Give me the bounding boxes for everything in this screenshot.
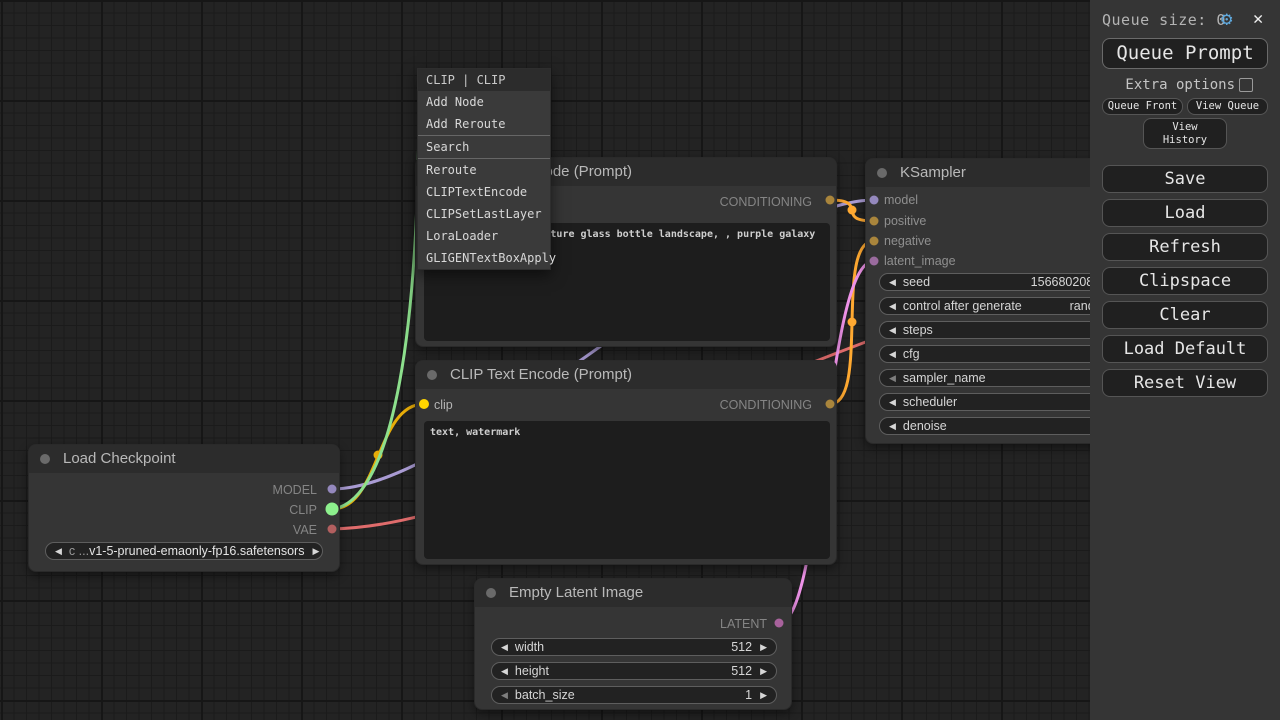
menu-item-cliptextencode[interactable]: CLIPTextEncode — [418, 181, 550, 203]
widget-label: c ... — [69, 544, 89, 558]
input-label-positive: positive — [884, 214, 926, 228]
widget-label: control after generate — [903, 299, 1022, 313]
batch-size-widget[interactable]: ◀ batch_size 1 ▶ — [491, 686, 777, 704]
node-title: Empty Latent Image — [509, 584, 643, 601]
clear-button[interactable]: Clear — [1102, 301, 1268, 329]
widget-label: scheduler — [903, 395, 957, 409]
context-menu: CLIP | CLIP Add Node Add Reroute Search … — [417, 68, 551, 270]
output-label-clip: CLIP — [289, 503, 317, 517]
prev-value-arrow-icon[interactable]: ◀ — [55, 546, 62, 557]
decrement-arrow-icon[interactable]: ◀ — [889, 349, 896, 360]
menu-item-reroute[interactable]: Reroute — [418, 159, 550, 181]
node-title: Load Checkpoint — [63, 450, 176, 467]
clipspace-button[interactable]: Clipspace — [1102, 267, 1268, 295]
decrement-arrow-icon[interactable]: ◀ — [889, 325, 896, 336]
node-clip-text-encode-negative[interactable]: CLIP Text Encode (Prompt) clip CONDITION… — [415, 360, 837, 565]
widget-value: 512 — [731, 640, 752, 654]
menu-item-clipsetlastlayer[interactable]: CLIPSetLastLayer — [418, 203, 550, 225]
menu-item-add-node[interactable]: Add Node — [418, 91, 550, 113]
node-title: KSampler — [900, 164, 966, 181]
widget-label: steps — [903, 323, 933, 337]
save-button[interactable]: Save — [1102, 165, 1268, 193]
widget-label: cfg — [903, 347, 920, 361]
prev-value-arrow-icon[interactable]: ◀ — [889, 301, 896, 312]
view-history-button[interactable]: ViewHistory — [1143, 118, 1227, 149]
decrement-arrow-icon[interactable]: ◀ — [501, 690, 508, 701]
reset-view-button[interactable]: Reset View — [1102, 369, 1268, 397]
decrement-arrow-icon[interactable]: ◀ — [889, 421, 896, 432]
close-icon[interactable]: ✕ — [1253, 9, 1263, 29]
context-menu-title: CLIP | CLIP — [418, 69, 550, 91]
widget-label: sampler_name — [903, 371, 986, 385]
menu-item-loraloader[interactable]: LoraLoader — [418, 225, 550, 247]
collapse-dot-icon[interactable] — [877, 168, 887, 178]
collapse-dot-icon[interactable] — [486, 588, 496, 598]
graph-canvas[interactable]: Load Checkpoint MODEL CLIP VAE ◀ c ... v… — [0, 0, 1280, 720]
widget-label: height — [515, 664, 549, 678]
node-empty-latent-image[interactable]: Empty Latent Image LATENT ◀ width 512 ▶ … — [474, 578, 792, 710]
node-title: CLIP Text Encode (Prompt) — [450, 366, 632, 383]
prev-value-arrow-icon[interactable]: ◀ — [889, 397, 896, 408]
prompt-text: text, watermark — [430, 427, 520, 438]
prev-value-arrow-icon[interactable]: ◀ — [889, 373, 896, 384]
ckpt-name-combo-widget[interactable]: ◀ c ... v1-5-pruned-emaonly-fp16.safeten… — [45, 542, 323, 560]
view-queue-button[interactable]: View Queue — [1187, 98, 1268, 115]
input-label-negative: negative — [884, 234, 931, 248]
widget-label: denoise — [903, 419, 947, 433]
wire-drag-clip — [332, 80, 419, 509]
input-label-model: model — [884, 193, 918, 207]
decrement-arrow-icon[interactable]: ◀ — [501, 666, 508, 677]
extra-options-checkbox[interactable] — [1239, 78, 1253, 92]
menu-item-search[interactable]: Search — [418, 136, 550, 158]
node-title-bar[interactable]: Empty Latent Image — [475, 579, 791, 607]
load-button[interactable]: Load — [1102, 199, 1268, 227]
widget-value: 512 — [731, 664, 752, 678]
menu-item-add-reroute[interactable]: Add Reroute — [418, 113, 550, 135]
comfy-menu-panel: Queue size: 0 ⚙ ✕ Queue Prompt Extra opt… — [1090, 0, 1280, 720]
width-widget[interactable]: ◀ width 512 ▶ — [491, 638, 777, 656]
queue-prompt-button[interactable]: Queue Prompt — [1102, 38, 1268, 69]
widget-label: batch_size — [515, 688, 575, 702]
output-label-conditioning: CONDITIONING — [720, 195, 812, 209]
input-label-latent-image: latent_image — [884, 254, 956, 268]
output-label-latent: LATENT — [720, 617, 767, 631]
collapse-dot-icon[interactable] — [427, 370, 437, 380]
node-title-bar[interactable]: Load Checkpoint — [29, 445, 339, 473]
output-label-model: MODEL — [273, 483, 317, 497]
refresh-button[interactable]: Refresh — [1102, 233, 1268, 261]
widget-label: width — [515, 640, 544, 654]
increment-arrow-icon[interactable]: ▶ — [760, 666, 767, 677]
widget-value: v1-5-pruned-emaonly-fp16.safetensors — [89, 544, 304, 558]
wire-negative-midpoint-dot — [848, 318, 857, 327]
collapse-dot-icon[interactable] — [40, 454, 50, 464]
wire-clip-midpoint-dot — [374, 451, 383, 460]
output-label-conditioning: CONDITIONING — [720, 398, 812, 412]
increment-arrow-icon[interactable]: ▶ — [760, 690, 767, 701]
extra-options-label: Extra options — [1090, 77, 1235, 93]
wire-clip — [332, 404, 424, 509]
node-load-checkpoint[interactable]: Load Checkpoint MODEL CLIP VAE ◀ c ... v… — [28, 444, 340, 572]
next-value-arrow-icon[interactable]: ▶ — [312, 546, 319, 557]
decrement-arrow-icon[interactable]: ◀ — [501, 642, 508, 653]
comfyui-app: Load Checkpoint MODEL CLIP VAE ◀ c ... v… — [0, 0, 1280, 720]
output-label-vae: VAE — [293, 523, 317, 537]
decrement-arrow-icon[interactable]: ◀ — [889, 277, 896, 288]
menu-item-gligentextboxapply[interactable]: GLIGENTextBoxApply — [418, 247, 550, 269]
height-widget[interactable]: ◀ height 512 ▶ — [491, 662, 777, 680]
widget-value: 1 — [745, 688, 752, 702]
settings-gear-icon[interactable]: ⚙ — [1221, 8, 1232, 30]
node-title-bar[interactable]: CLIP Text Encode (Prompt) — [416, 361, 836, 389]
load-default-button[interactable]: Load Default — [1102, 335, 1268, 363]
input-label-clip: clip — [434, 398, 453, 412]
widget-label: seed — [903, 275, 930, 289]
prompt-textarea[interactable]: text, watermark — [424, 421, 830, 559]
wire-positive-midpoint-dot — [848, 206, 857, 215]
queue-size-label: Queue size: 0 — [1102, 11, 1226, 29]
increment-arrow-icon[interactable]: ▶ — [760, 642, 767, 653]
queue-front-button[interactable]: Queue Front — [1102, 98, 1183, 115]
